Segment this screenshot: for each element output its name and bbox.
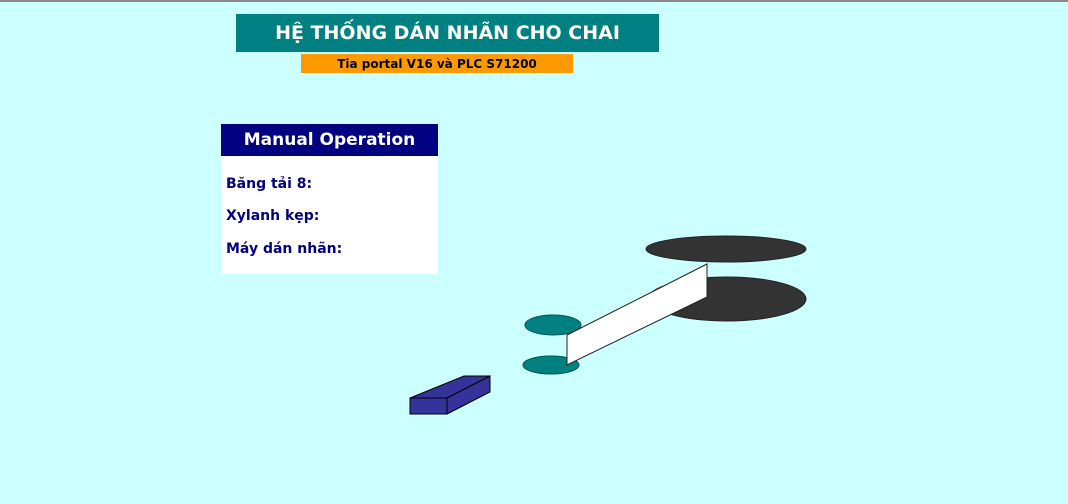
conveyor-front xyxy=(409,397,448,415)
label-roll-top xyxy=(645,235,807,263)
machine-diagram xyxy=(409,235,807,415)
